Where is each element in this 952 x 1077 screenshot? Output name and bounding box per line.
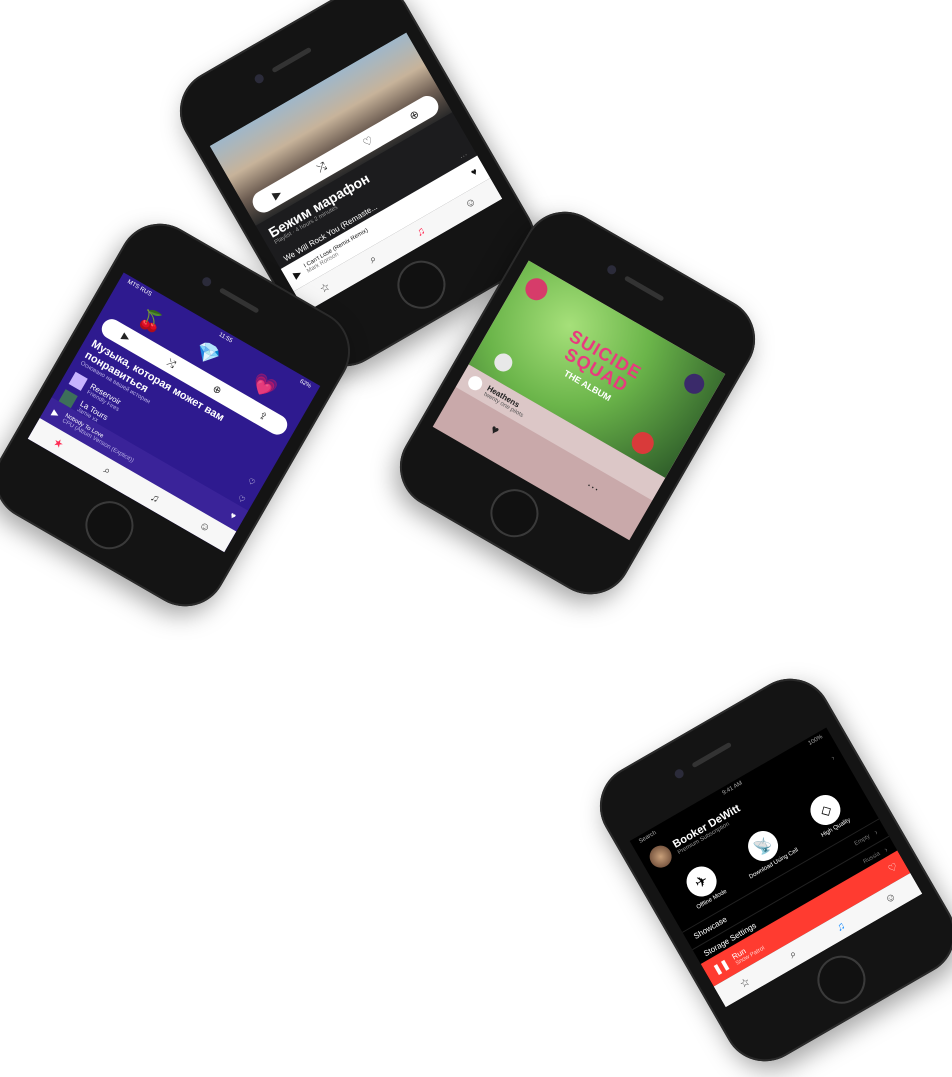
front-camera [252, 72, 265, 86]
heart-icon[interactable]: ♥ [228, 510, 238, 521]
more-icon[interactable]: ··· [458, 150, 469, 162]
earpiece [270, 47, 312, 74]
heart-icon[interactable]: ♥ [488, 421, 502, 438]
previous-icon[interactable]: ⏮ [482, 459, 502, 480]
recommendations-screen: MTS RUS 11:55 62% 🍒 💎 💗 ▶ ⤮ ⊕ ⇪ Музыка, … [27, 272, 321, 553]
play-icon[interactable]: ▶ [50, 407, 61, 420]
heart-icon[interactable]: ♥ [469, 166, 480, 178]
chevron-right-icon: › [872, 827, 880, 837]
chevron-right-icon: › [882, 844, 890, 855]
menu-item-value: Empty [853, 833, 872, 847]
front-camera [605, 263, 618, 276]
star-icon[interactable]: ★ [51, 435, 66, 451]
star-icon[interactable]: ☆ [737, 974, 753, 990]
heart-icon[interactable]: ♡ [246, 476, 257, 487]
heart-icon[interactable]: ♡ [236, 493, 247, 504]
play-icon[interactable]: ▶ [270, 186, 283, 202]
repeat-icon[interactable]: ↻ [585, 518, 605, 540]
star-icon[interactable]: ☆ [317, 279, 333, 295]
profile-icon[interactable]: ☺ [883, 890, 899, 906]
shuffle-icon[interactable]: ⤮ [165, 357, 177, 371]
shuffle-icon[interactable]: ⤮ [450, 440, 469, 461]
profile-icon[interactable]: ☺ [197, 519, 213, 535]
download-icon[interactable]: ⊕ [211, 383, 224, 397]
music-note-icon[interactable]: ♫ [834, 920, 847, 935]
search-icon[interactable]: ⌕ [367, 252, 379, 266]
home-button[interactable] [481, 480, 547, 546]
shuffle-icon[interactable]: ⤮ [315, 160, 329, 176]
avatar [645, 841, 676, 872]
share-icon[interactable]: ⇪ [257, 410, 270, 424]
search-icon[interactable]: ⌕ [787, 947, 799, 961]
settings-screen: Search 9:41 AM 100% Booker DeWitt Premiu… [629, 727, 923, 1008]
earpiece [690, 742, 732, 769]
earpiece [623, 275, 665, 302]
heart-icon[interactable]: ♡ [360, 133, 376, 149]
play-icon[interactable]: ▶ [291, 268, 303, 281]
home-button[interactable] [388, 252, 454, 318]
front-camera [200, 275, 213, 288]
play-icon[interactable]: ▶ [120, 331, 132, 344]
chevron-right-icon: › [829, 752, 837, 762]
home-button[interactable] [76, 492, 142, 558]
front-camera [672, 767, 685, 781]
music-note-icon[interactable]: ♫ [148, 491, 161, 506]
profile-icon[interactable]: ☺ [463, 195, 479, 211]
music-note-icon[interactable]: ♫ [414, 225, 427, 240]
download-icon[interactable]: ⊕ [407, 107, 421, 123]
track-artwork [465, 373, 485, 393]
phone-settings: Search 9:41 AM 100% Booker DeWitt Premiu… [584, 663, 952, 1077]
more-icon[interactable]: ··· [584, 477, 603, 496]
home-button[interactable] [808, 947, 874, 1013]
cast-icon[interactable]: ⧉ [445, 482, 459, 499]
earpiece [218, 287, 260, 314]
search-icon[interactable]: ⌕ [101, 464, 113, 478]
skull-decoration [491, 350, 516, 375]
next-icon[interactable]: ⏭ [552, 499, 572, 520]
pause-icon[interactable]: ❚❚ [711, 958, 731, 976]
heart-icon[interactable]: ♡ [886, 861, 899, 875]
album-player-screen: SUICIDE SQUAD THE ALBUM Heathens twenty … [432, 260, 726, 541]
